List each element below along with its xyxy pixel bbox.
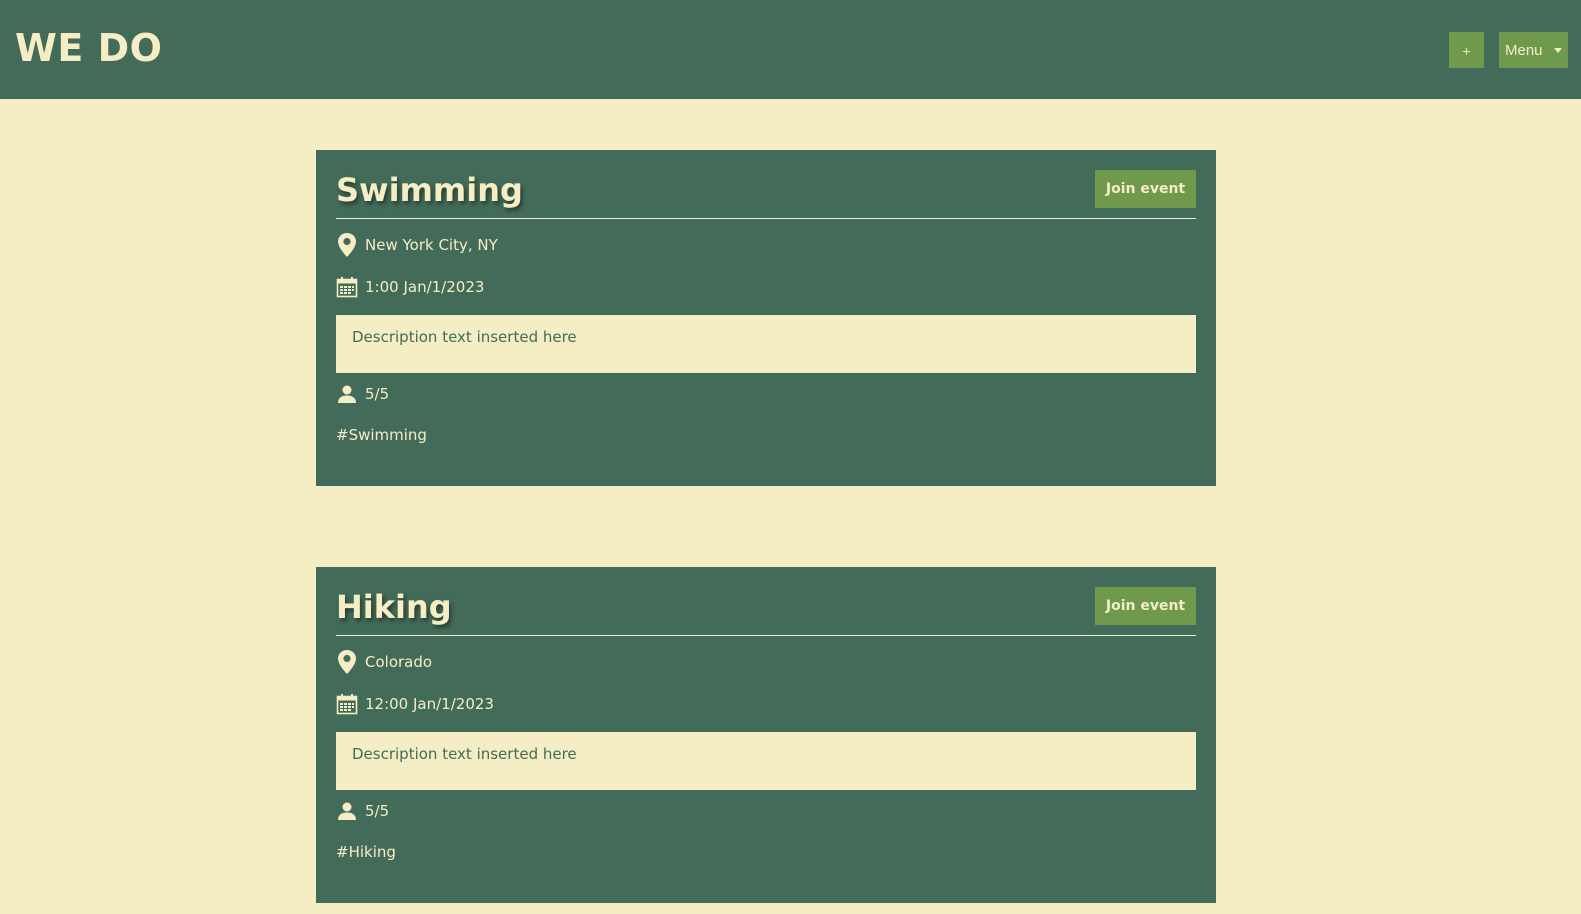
location-pin-icon [336, 649, 360, 675]
event-title: Swimming [336, 171, 523, 209]
event-location: Colorado [336, 649, 432, 675]
brand-logo[interactable]: WE DO [15, 26, 162, 70]
event-participants: 5/5 [336, 798, 389, 824]
event-datetime-text: 12:00 Jan/1/2023 [365, 695, 494, 713]
join-event-button[interactable]: Join event [1095, 170, 1196, 208]
calendar-icon [336, 274, 360, 300]
add-event-button[interactable]: + [1449, 32, 1484, 68]
event-tag[interactable]: #Swimming [336, 426, 427, 444]
menu-label: Menu [1505, 42, 1543, 59]
event-description: Description text inserted here [336, 315, 1196, 373]
event-card: Swimming Join event New York City, NY 1:… [316, 150, 1216, 486]
event-location-text: New York City, NY [365, 236, 498, 254]
event-participants: 5/5 [336, 381, 389, 407]
event-participants-text: 5/5 [365, 802, 390, 820]
event-title: Hiking [336, 588, 452, 626]
location-pin-icon [336, 232, 360, 258]
chevron-down-icon [1554, 48, 1562, 53]
calendar-icon [336, 691, 360, 717]
event-location-text: Colorado [365, 653, 433, 671]
person-icon [336, 381, 360, 407]
person-icon [336, 798, 360, 824]
event-datetime: 1:00 Jan/1/2023 [336, 274, 484, 300]
top-navbar: WE DO + Menu [0, 0, 1581, 99]
event-datetime-text: 1:00 Jan/1/2023 [365, 278, 485, 296]
title-divider [336, 218, 1196, 219]
join-event-button[interactable]: Join event [1095, 587, 1196, 625]
event-description: Description text inserted here [336, 732, 1196, 790]
title-divider [336, 635, 1196, 636]
event-card: Hiking Join event Colorado 12:00 Jan/1/2… [316, 567, 1216, 903]
event-datetime: 12:00 Jan/1/2023 [336, 691, 494, 717]
menu-dropdown-button[interactable]: Menu [1499, 32, 1568, 68]
event-tag[interactable]: #Hiking [336, 843, 396, 861]
event-location: New York City, NY [336, 232, 498, 258]
event-participants-text: 5/5 [365, 385, 390, 403]
